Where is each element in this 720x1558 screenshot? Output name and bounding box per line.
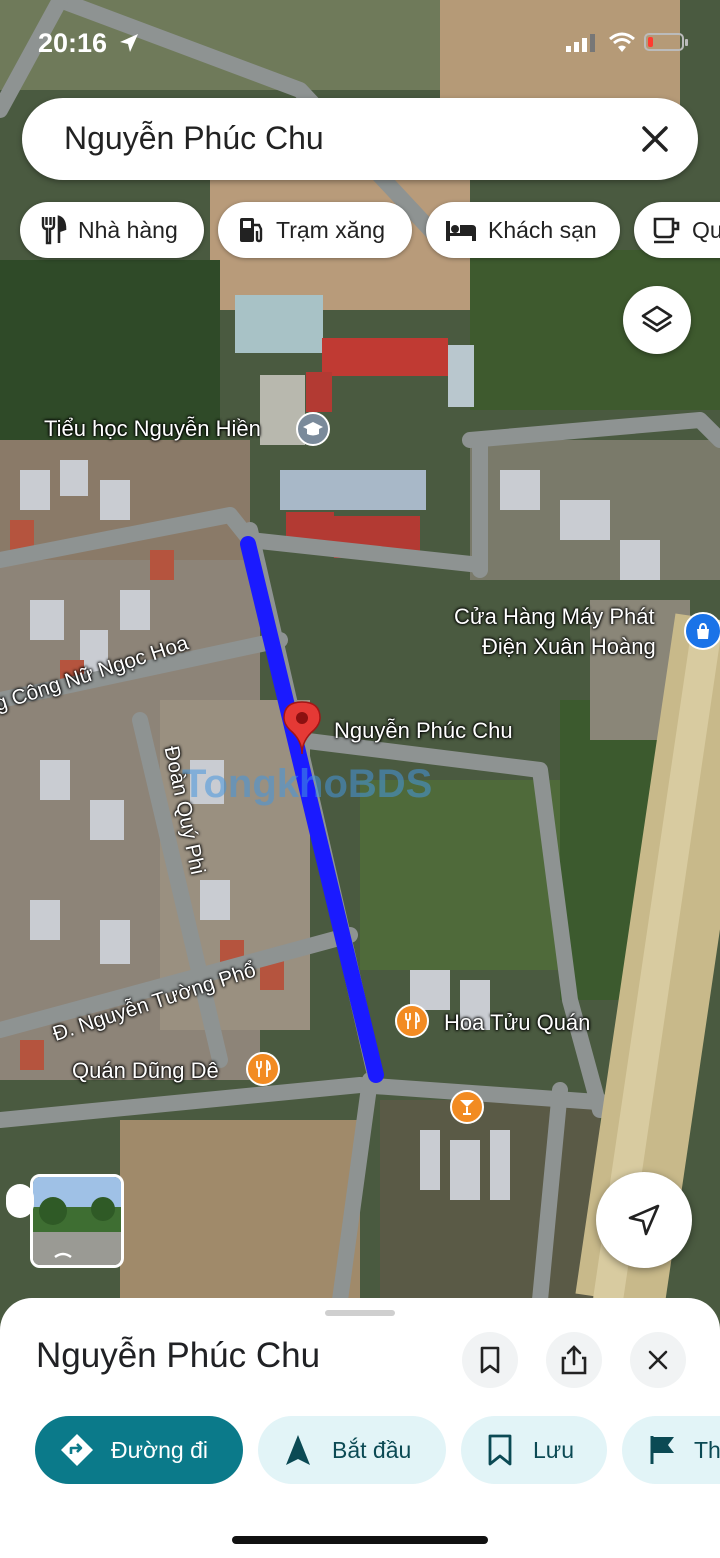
save-button[interactable]: Lưu xyxy=(461,1416,607,1484)
save-label: Lưu xyxy=(533,1436,574,1463)
location-pin-icon[interactable] xyxy=(282,700,322,756)
map-label-hoa-tuu-quan[interactable]: Hoa Tửu Quán xyxy=(444,1010,590,1036)
bookmark-icon xyxy=(488,1434,512,1466)
navigation-arrow-icon xyxy=(286,1435,310,1465)
watermark-text: TongkhoBDS xyxy=(182,762,433,806)
close-icon xyxy=(648,1350,668,1370)
wifi-icon xyxy=(609,32,635,52)
share-icon xyxy=(561,1345,587,1375)
restaurant-icon xyxy=(41,215,67,245)
map-label-shop-line2[interactable]: Điện Xuân Hoàng xyxy=(482,634,656,660)
hotel-icon xyxy=(446,221,476,241)
directions-label: Đường đi xyxy=(111,1436,208,1463)
restaurant-poi-icon[interactable] xyxy=(246,1052,280,1086)
share-button[interactable] xyxy=(546,1332,602,1388)
start-button[interactable]: Bắt đầu xyxy=(258,1416,446,1484)
status-bar: 20:16 xyxy=(0,0,720,90)
restaurant-poi-icon[interactable] xyxy=(395,1004,429,1038)
street-view-thumbnail[interactable] xyxy=(30,1174,124,1268)
home-indicator[interactable] xyxy=(232,1536,488,1544)
flag-button[interactable]: Th xyxy=(622,1416,720,1484)
bookmark-icon xyxy=(480,1346,500,1374)
directions-icon xyxy=(61,1434,93,1466)
my-location-button[interactable] xyxy=(596,1172,692,1268)
bar-poi-icon[interactable] xyxy=(450,1090,484,1124)
coffee-icon xyxy=(653,217,680,244)
chip-hotels[interactable]: Khách sạn xyxy=(426,202,620,258)
category-chips: Nhà hàng Trạm xăng Khách sạn Qu xyxy=(20,202,720,258)
map-label-quan-dung-de[interactable]: Quán Dũng Dê xyxy=(72,1058,219,1084)
search-bar[interactable]: Nguyễn Phúc Chu xyxy=(22,98,698,180)
sheet-drag-handle[interactable] xyxy=(325,1310,395,1316)
chip-label: Nhà hàng xyxy=(78,216,178,243)
flag-icon xyxy=(650,1436,674,1464)
start-label: Bắt đầu xyxy=(332,1436,412,1463)
chip-label: Khách sạn xyxy=(488,216,597,243)
school-poi-icon[interactable] xyxy=(296,412,330,446)
close-sheet-button[interactable] xyxy=(630,1332,686,1388)
street-view-pegman-icon[interactable] xyxy=(6,1184,34,1218)
place-title: Nguyễn Phúc Chu xyxy=(36,1336,321,1375)
search-query[interactable]: Nguyễn Phúc Chu xyxy=(64,120,324,157)
battery-icon xyxy=(644,33,688,51)
chip-gas-stations[interactable]: Trạm xăng xyxy=(218,202,412,258)
chip-label: Qu xyxy=(692,216,720,243)
directions-button[interactable]: Đường đi xyxy=(35,1416,243,1484)
navigation-icon xyxy=(628,1204,660,1236)
map-label-shop-line1[interactable]: Cửa Hàng Máy Phát xyxy=(454,604,655,630)
save-bookmark-button[interactable] xyxy=(462,1332,518,1388)
chip-label: Trạm xăng xyxy=(276,216,386,243)
layers-button[interactable] xyxy=(623,286,691,354)
signal-icon xyxy=(566,34,595,52)
gas-station-icon xyxy=(240,218,263,243)
status-time: 20:16 xyxy=(38,28,108,58)
shopping-poi-icon[interactable] xyxy=(684,612,720,650)
map-label-school[interactable]: Tiểu học Nguyễn Hiền xyxy=(44,416,261,442)
place-bottom-sheet[interactable]: Nguyễn Phúc Chu Đường đi Bắt đầu Lưu Th xyxy=(0,1298,720,1558)
map-label-pin[interactable]: Nguyễn Phúc Chu xyxy=(334,718,513,744)
close-icon[interactable] xyxy=(638,122,672,156)
layers-icon xyxy=(641,305,673,333)
location-arrow-icon xyxy=(120,34,138,52)
chip-restaurants[interactable]: Nhà hàng xyxy=(20,202,204,258)
chip-coffee[interactable]: Qu xyxy=(634,202,720,258)
flag-label: Th xyxy=(694,1436,720,1463)
